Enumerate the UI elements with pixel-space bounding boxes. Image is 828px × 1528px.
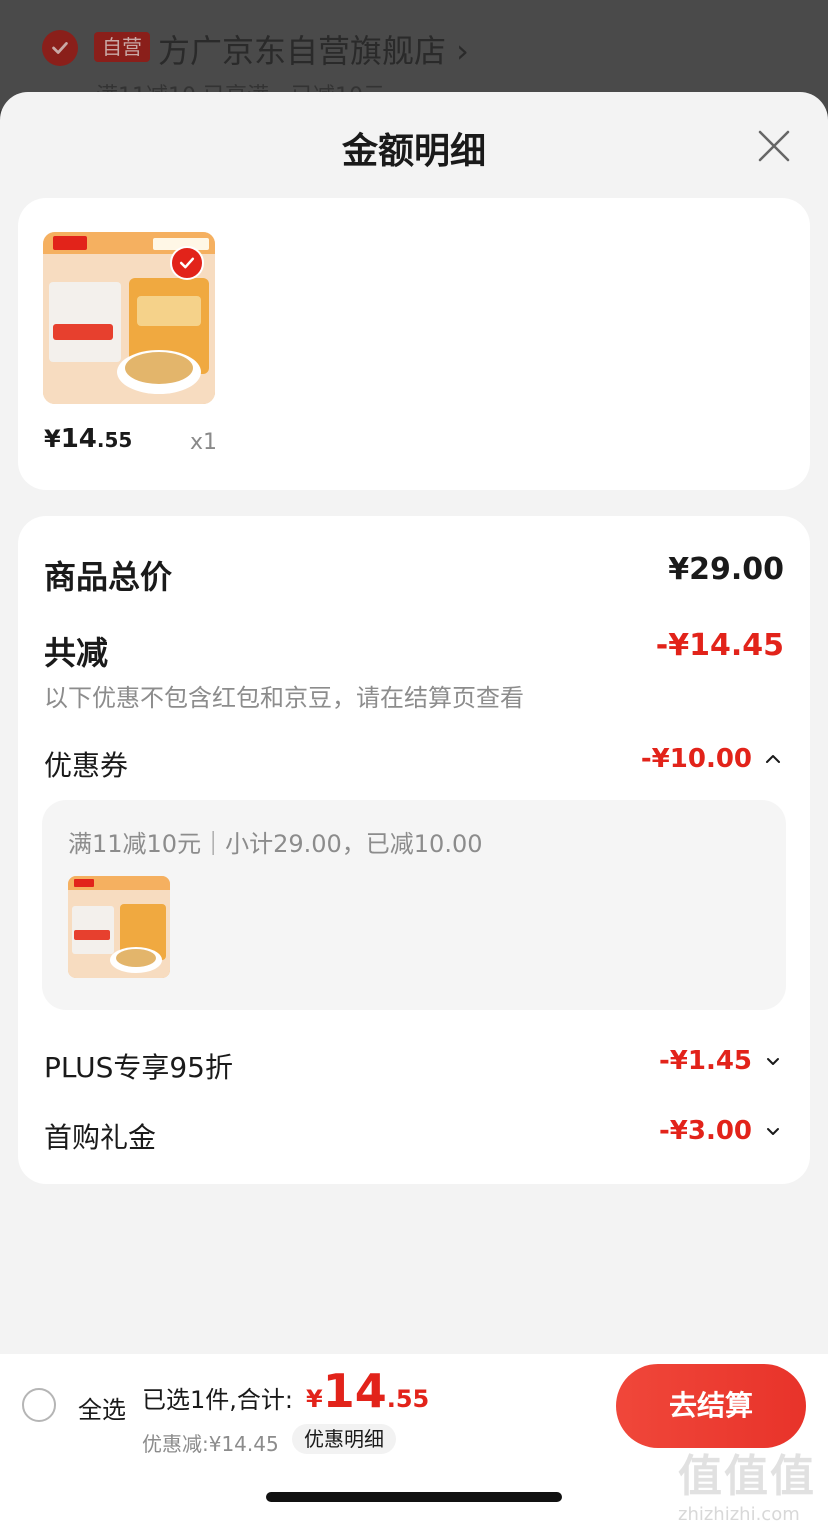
select-all-radio[interactable]: [22, 1388, 56, 1422]
sheet-title: 金额明细: [341, 131, 486, 172]
product-card: ¥14.55 x1: [18, 198, 810, 490]
total-amount: ¥14.55: [306, 1364, 430, 1418]
product-price: ¥14.55: [44, 424, 133, 454]
watermark-url: zhizhizhi.com: [678, 1504, 800, 1525]
product-quantity: x1: [190, 430, 218, 455]
home-indicator: [266, 1492, 562, 1502]
reduce-note: 以下优惠不包含红包和京豆，请在结算页查看: [44, 684, 524, 712]
coupon-label: 优惠券: [44, 749, 129, 782]
select-all-label[interactable]: 全选: [78, 1390, 126, 1425]
store-tag: 自营: [94, 32, 150, 62]
total-reduce-row: 共减 -¥14.45: [44, 628, 784, 672]
store-check-icon: [42, 30, 78, 66]
total-price-label: 商品总价: [44, 558, 173, 596]
first-purchase-label: 首购礼金: [44, 1121, 157, 1154]
watermark: 值值值 zhizhizhi.com: [678, 1440, 818, 1525]
coupon-detail-box: 满11减10元｜小计29.00，已减10.00: [42, 800, 786, 1010]
product-selected-check-icon[interactable]: [170, 246, 204, 280]
plus-discount-value: -¥1.45: [658, 1046, 752, 1076]
coupon-value: -¥10.00: [640, 744, 752, 774]
total-price-row: 商品总价 ¥29.00: [44, 552, 784, 596]
plus-discount-label: PLUS专享95折: [44, 1051, 233, 1084]
coupon-row[interactable]: 优惠券 -¥10.00: [44, 744, 784, 782]
store-name: 方广京东自营旗舰店 ›: [158, 32, 469, 70]
price-detail-card: 商品总价 ¥29.00 共减 -¥14.45 以下优惠不包含红包和京豆，请在结算…: [18, 516, 810, 1184]
watermark-chars: 值值值: [678, 1451, 816, 1502]
chevron-up-icon: [762, 748, 784, 770]
chevron-down-icon: [762, 1120, 784, 1142]
coupon-product-image: [68, 876, 170, 978]
discount-amount: 优惠减:¥14.45: [142, 1432, 279, 1456]
total-reduce-label: 共减: [44, 634, 109, 672]
close-icon: [758, 130, 790, 162]
close-button[interactable]: [756, 128, 792, 164]
total-reduce-value: -¥14.45: [655, 628, 784, 663]
checkout-button[interactable]: 去结算: [616, 1364, 806, 1448]
amount-detail-sheet: 金额明细 ¥14.55 x1 商品总价 ¥29.00 共减 -¥14.45 以下…: [0, 92, 828, 1528]
first-purchase-value: -¥3.00: [658, 1116, 752, 1146]
selected-summary: 已选1件,合计:: [142, 1386, 293, 1414]
plus-discount-row[interactable]: PLUS专享95折 -¥1.45: [44, 1046, 784, 1084]
chevron-down-icon: [762, 1050, 784, 1072]
total-price-value: ¥29.00: [668, 552, 784, 587]
coupon-detail-text: 满11减10元｜小计29.00，已减10.00: [68, 830, 483, 858]
first-purchase-row[interactable]: 首购礼金 -¥3.00: [44, 1116, 784, 1154]
discount-detail-button[interactable]: 优惠明细: [292, 1424, 396, 1454]
